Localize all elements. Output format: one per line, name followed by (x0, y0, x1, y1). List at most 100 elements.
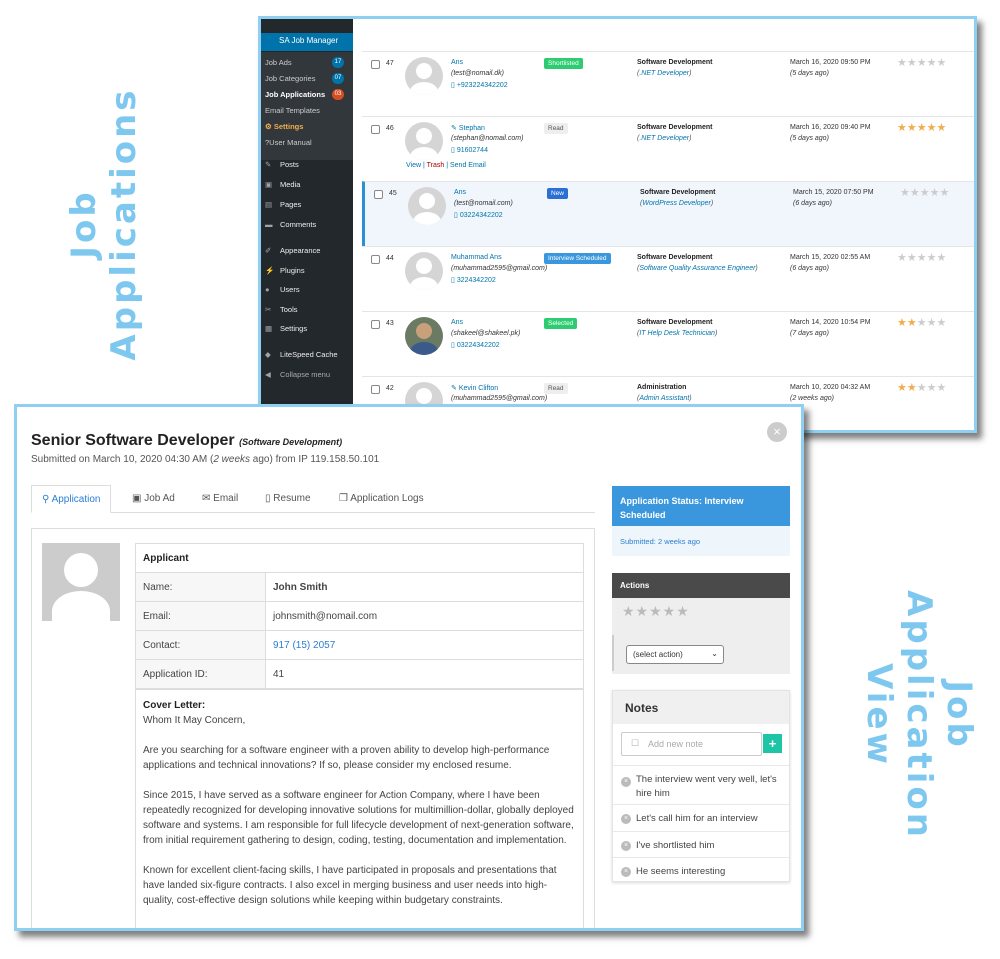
row-checkbox[interactable] (371, 125, 380, 134)
job-ads-count-badge: 17 (332, 57, 344, 68)
job-link[interactable]: WordPress Developer (642, 200, 710, 207)
sidebar-item-sa-job-manager[interactable]: SA Job Manager (261, 33, 353, 51)
view-link[interactable]: View (406, 162, 421, 169)
row-checkbox[interactable] (371, 255, 380, 264)
sidebar-item-users[interactable]: ● Users (265, 285, 300, 294)
phone-icon: ▯ (451, 277, 455, 284)
rating-stars[interactable]: ★★★★★ (897, 56, 946, 69)
applicant-name-link[interactable]: Ans (454, 189, 466, 196)
sidebar-item-plugins[interactable]: ⚡ Plugins (265, 266, 305, 275)
sidebar-item-job-categories[interactable]: Job Categories (265, 74, 315, 83)
row-actions: View | Trash | Send Email (406, 162, 486, 169)
status-badge: Read (544, 383, 568, 394)
sidebar-item-settings[interactable]: ⚙ Settings (265, 122, 303, 131)
collapse-icon: ◀ (265, 370, 271, 379)
row-checkbox[interactable] (374, 190, 383, 199)
job-manager-submenu: Job Ads 17 Job Categories 07 Job Applica… (261, 52, 353, 160)
job-link[interactable]: Admin Assistant (639, 395, 689, 402)
job-link[interactable]: .NET Developer (639, 135, 689, 142)
action-select[interactable]: (select action) ⌄ (626, 645, 724, 664)
delete-note-icon[interactable]: × (621, 814, 631, 824)
submitted-date: March 16, 2020 09:40 PM (790, 124, 871, 131)
sidebar-item-job-ads[interactable]: Job Ads (265, 58, 292, 67)
row-checkbox[interactable] (371, 60, 380, 69)
job-title: (Software Quality Assurance Engineer) (637, 265, 758, 272)
application-id: 45 (389, 190, 397, 197)
divider (612, 635, 614, 671)
add-note-input[interactable]: ☐ Add new note (621, 732, 762, 756)
media-icon: ▣ (265, 180, 273, 189)
sidebar-item-appearance[interactable]: ✐ Appearance (265, 246, 320, 255)
applicant-name-link[interactable]: ✎ Kevin Clifton (451, 384, 498, 392)
applicant-name-link[interactable]: Ans (451, 59, 463, 66)
applicant-name-link[interactable]: ✎ Stephan (451, 124, 485, 132)
avatar (408, 187, 446, 225)
job-link[interactable]: Software Quality Assurance Engineer (639, 265, 755, 272)
job-title: (Admin Assistant) (637, 395, 692, 402)
sidebar-item-media[interactable]: ▣ Media (265, 180, 300, 189)
sidebar-item-posts[interactable]: ✎ Posts (265, 160, 299, 169)
rating-stars[interactable]: ★★★★★ (622, 603, 690, 620)
tab-resume[interactable]: ▯ Resume (265, 485, 311, 513)
applicant-email: (shakeel@shakeel.pk) (451, 330, 521, 337)
tab-application[interactable]: ⚲ Application (31, 485, 112, 513)
cover-letter-label: Cover Letter: (143, 700, 206, 711)
tab-email[interactable]: ✉ Email (202, 485, 238, 513)
copy-icon: ❐ (339, 493, 348, 504)
add-note-button[interactable]: + (763, 734, 782, 753)
tab-application-logs[interactable]: ❐ Application Logs (339, 485, 424, 513)
file-icon: ▯ (265, 493, 271, 504)
collapse-menu-button[interactable]: ◀ Collapse menu (265, 370, 330, 379)
row-checkbox[interactable] (371, 320, 380, 329)
submitted-date: March 14, 2020 10:54 PM (790, 319, 871, 326)
plus-icon: + (768, 736, 777, 751)
applicant-name-link[interactable]: Ans (451, 319, 463, 326)
applicant-email: (test@nomail.dk) (451, 70, 505, 77)
submitted-date: March 16, 2020 09:50 PM (790, 59, 871, 66)
delete-note-icon[interactable]: × (621, 777, 631, 787)
job-title: (.NET Developer) (637, 135, 692, 142)
sidebar-item-email-templates[interactable]: Email Templates (265, 106, 320, 115)
rating-stars[interactable]: ★★★★★ (897, 121, 946, 134)
sidebar-item-pages[interactable]: ▤ Pages (265, 200, 301, 209)
id-card-icon: ▣ (132, 493, 142, 504)
applicant-name-link[interactable]: Muhammad Ans (451, 254, 502, 261)
cover-letter-paragraph: Are you searching for a software enginee… (143, 745, 550, 771)
cover-letter-paragraph: Known for excellent client-facing skills… (143, 865, 557, 906)
rating-stars[interactable]: ★★★★★ (897, 316, 946, 329)
applicant-phone-link[interactable]: ▯ +923224342202 (451, 81, 508, 89)
sidebar-item-job-applications[interactable]: Job Applications (265, 90, 325, 99)
job-category: Software Development (637, 254, 713, 261)
job-link[interactable]: .NET Developer (639, 70, 689, 77)
applicant-phone-link[interactable]: ▯ 3224342202 (451, 276, 496, 284)
applicant-phone-link[interactable]: ▯ 03224342202 (454, 211, 503, 219)
rating-stars[interactable]: ★★★★★ (900, 186, 949, 199)
send-email-link[interactable]: Send Email (450, 162, 486, 169)
applicant-phone-link[interactable]: ▯ 03224342202 (451, 341, 500, 349)
page-title: Senior Software Developer (Software Deve… (31, 432, 343, 449)
trash-link[interactable]: Trash (427, 162, 445, 169)
submitted-ago: (2 weeks ago) (790, 395, 834, 402)
cover-letter-paragraph: Whom It May Concern, (143, 715, 246, 726)
applicant-contact-link[interactable]: 917 (15) 2057 (273, 640, 335, 651)
close-button[interactable]: × (767, 422, 787, 442)
phone-icon: ▯ (454, 212, 458, 219)
rating-stars[interactable]: ★★★★★ (897, 251, 946, 264)
table-row: 44 Muhammad Ans (muhammad2595@gmail.com)… (362, 246, 974, 311)
applicant-phone-link[interactable]: ▯ 91602744 (451, 146, 488, 154)
delete-note-icon[interactable]: × (621, 841, 631, 851)
actions-heading: Actions (612, 573, 790, 598)
sidebar-item-tools[interactable]: ✂ Tools (265, 305, 298, 314)
job-link[interactable]: IT Help Desk Technician (639, 330, 715, 337)
submitted-ago: (5 days ago) (790, 70, 829, 77)
notes-heading: Notes (613, 691, 789, 724)
submitted-date: March 15, 2020 07:50 PM (793, 189, 874, 196)
row-checkbox[interactable] (371, 385, 380, 394)
tab-job-ad[interactable]: ▣ Job Ad (132, 485, 175, 513)
rating-stars[interactable]: ★★★★★ (897, 381, 946, 394)
delete-note-icon[interactable]: × (621, 867, 631, 877)
sidebar-item-settings-wp[interactable]: ▦ Settings (265, 324, 307, 333)
sidebar-item-user-manual[interactable]: ?User Manual (265, 138, 312, 147)
sidebar-item-litespeed-cache[interactable]: ◆ LiteSpeed Cache (265, 350, 338, 359)
sidebar-item-comments[interactable]: ▬ Comments (265, 220, 316, 229)
